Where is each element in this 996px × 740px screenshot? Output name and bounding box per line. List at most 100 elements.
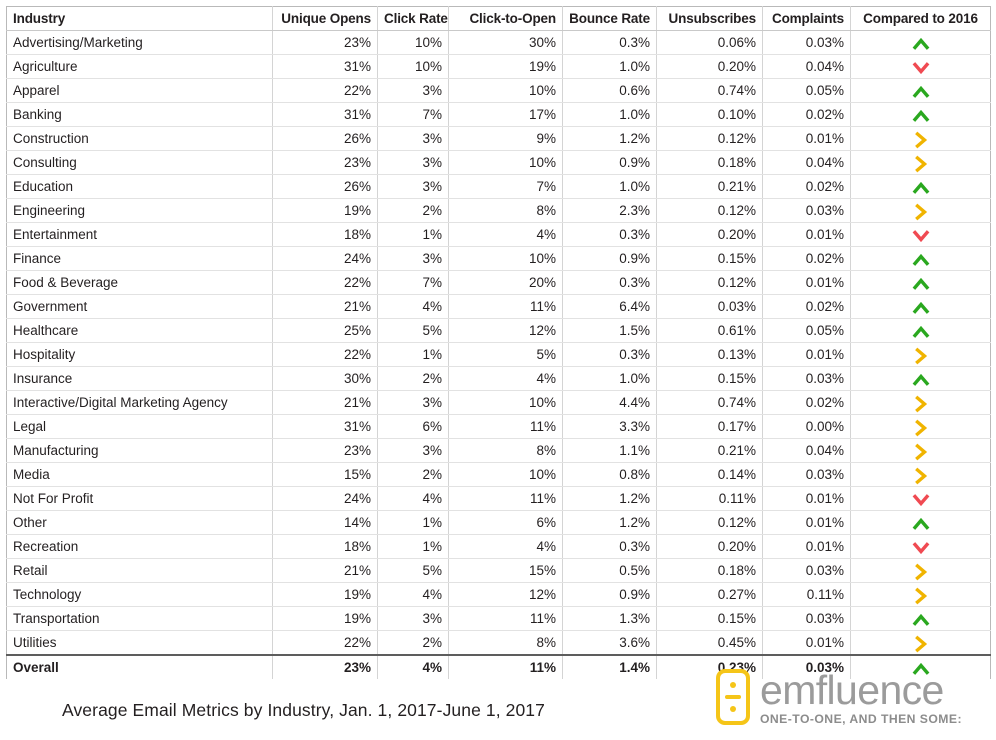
table-row[interactable]: Interactive/Digital Marketing Agency 21% 3…: [6, 390, 991, 415]
cell-compared-to-2016: [850, 390, 991, 415]
cell-click-to-open: 4%: [448, 366, 563, 391]
cell-click-to-open: 10%: [448, 390, 563, 415]
cell-bounce-rate: 0.3%: [562, 30, 657, 55]
table-row[interactable]: Consulting 23% 3% 10% 0.9% 0.18% 0.04%: [6, 150, 991, 175]
cell-industry: Recreation: [6, 534, 273, 559]
cell-click-to-open: 10%: [448, 150, 563, 175]
cell-click-rate: 1%: [377, 342, 449, 367]
cell-unique-opens: 31%: [272, 102, 378, 127]
table-row[interactable]: Manufacturing 23% 3% 8% 1.1% 0.21% 0.04%: [6, 438, 991, 463]
chevron-up-icon: [912, 611, 930, 627]
cell-unique-opens: 23%: [272, 654, 378, 679]
column-header-complaints[interactable]: Complaints: [762, 6, 851, 31]
cell-bounce-rate: 1.0%: [562, 366, 657, 391]
emfluence-logo-mark-icon: [716, 669, 750, 725]
cell-industry: Hospitality: [6, 342, 273, 367]
cell-unsubscribes: 0.15%: [656, 606, 763, 631]
cell-compared-to-2016: [850, 126, 991, 151]
cell-complaints: 0.02%: [762, 174, 851, 199]
cell-click-to-open: 5%: [448, 342, 563, 367]
cell-unique-opens: 31%: [272, 54, 378, 79]
table-row[interactable]: Finance 24% 3% 10% 0.9% 0.15% 0.02%: [6, 246, 991, 271]
cell-industry: Agriculture: [6, 54, 273, 79]
cell-click-to-open: 15%: [448, 558, 563, 583]
chevron-down-icon: [912, 539, 930, 555]
cell-unique-opens: 25%: [272, 318, 378, 343]
cell-unsubscribes: 0.14%: [656, 462, 763, 487]
cell-click-rate: 1%: [377, 510, 449, 535]
chevron-up-icon: [912, 251, 930, 267]
table-row[interactable]: Education 26% 3% 7% 1.0% 0.21% 0.02%: [6, 174, 991, 199]
cell-industry: Manufacturing: [6, 438, 273, 463]
cell-unsubscribes: 0.20%: [656, 534, 763, 559]
cell-click-to-open: 9%: [448, 126, 563, 151]
table-row[interactable]: Construction 26% 3% 9% 1.2% 0.12% 0.01%: [6, 126, 991, 151]
table-row[interactable]: Engineering 19% 2% 8% 2.3% 0.12% 0.03%: [6, 198, 991, 223]
table-row[interactable]: Legal 31% 6% 11% 3.3% 0.17% 0.00%: [6, 414, 991, 439]
cell-compared-to-2016: [850, 318, 991, 343]
chevron-right-icon: [912, 203, 930, 221]
cell-compared-to-2016: [850, 294, 991, 319]
table-row[interactable]: Retail 21% 5% 15% 0.5% 0.18% 0.03%: [6, 558, 991, 583]
cell-unsubscribes: 0.74%: [656, 78, 763, 103]
cell-bounce-rate: 0.6%: [562, 78, 657, 103]
cell-unsubscribes: 0.27%: [656, 582, 763, 607]
cell-unsubscribes: 0.12%: [656, 126, 763, 151]
cell-click-to-open: 12%: [448, 318, 563, 343]
cell-unsubscribes: 0.45%: [656, 630, 763, 656]
cell-unsubscribes: 0.12%: [656, 198, 763, 223]
table-row[interactable]: Technology 19% 4% 12% 0.9% 0.27% 0.11%: [6, 582, 991, 607]
column-header-compared-to-2016[interactable]: Compared to 2016: [850, 6, 991, 31]
cell-click-to-open: 8%: [448, 438, 563, 463]
cell-click-to-open: 17%: [448, 102, 563, 127]
cell-bounce-rate: 1.3%: [562, 606, 657, 631]
cell-bounce-rate: 4.4%: [562, 390, 657, 415]
cell-complaints: 0.04%: [762, 54, 851, 79]
cell-industry: Utilities: [6, 630, 273, 656]
cell-click-rate: 4%: [377, 654, 449, 679]
cell-bounce-rate: 1.2%: [562, 486, 657, 511]
table-row[interactable]: Entertainment 18% 1% 4% 0.3% 0.20% 0.01%: [6, 222, 991, 247]
cell-industry: Not For Profit: [6, 486, 273, 511]
cell-click-rate: 3%: [377, 78, 449, 103]
cell-bounce-rate: 0.9%: [562, 582, 657, 607]
table-row[interactable]: Advertising/Marketing 23% 10% 30% 0.3% 0.06% 0…: [6, 30, 991, 55]
column-header-unique-opens[interactable]: Unique Opens: [272, 6, 378, 31]
cell-compared-to-2016: [850, 462, 991, 487]
cell-bounce-rate: 1.1%: [562, 438, 657, 463]
table-row[interactable]: Recreation 18% 1% 4% 0.3% 0.20% 0.01%: [6, 534, 991, 559]
table-row[interactable]: Healthcare 25% 5% 12% 1.5% 0.61% 0.05%: [6, 318, 991, 343]
table-row[interactable]: Not For Profit 24% 4% 11% 1.2% 0.11% 0.01%: [6, 486, 991, 511]
cell-click-rate: 2%: [377, 366, 449, 391]
cell-complaints: 0.03%: [762, 30, 851, 55]
table-row[interactable]: Banking 31% 7% 17% 1.0% 0.10% 0.02%: [6, 102, 991, 127]
column-header-click-to-open[interactable]: Click-to-Open: [448, 6, 563, 31]
table-row[interactable]: Hospitality 22% 1% 5% 0.3% 0.13% 0.01%: [6, 342, 991, 367]
column-header-unsubscribes[interactable]: Unsubscribes: [656, 6, 763, 31]
cell-complaints: 0.02%: [762, 102, 851, 127]
cell-complaints: 0.04%: [762, 150, 851, 175]
column-header-bounce-rate[interactable]: Bounce Rate: [562, 6, 657, 31]
cell-industry: Retail: [6, 558, 273, 583]
table-row[interactable]: Utilities 22% 2% 8% 3.6% 0.45% 0.01%: [6, 630, 991, 656]
table-row[interactable]: Food & Beverage 22% 7% 20% 0.3% 0.12% 0.01%: [6, 270, 991, 295]
chevron-up-icon: [912, 107, 930, 123]
table-row[interactable]: Other 14% 1% 6% 1.2% 0.12% 0.01%: [6, 510, 991, 535]
cell-compared-to-2016: [850, 606, 991, 631]
column-header-industry[interactable]: Industry: [6, 6, 273, 31]
table-row[interactable]: Government 21% 4% 11% 6.4% 0.03% 0.02%: [6, 294, 991, 319]
column-header-click-rate[interactable]: Click Rate: [377, 6, 449, 31]
cell-industry: Government: [6, 294, 273, 319]
table-row[interactable]: Apparel 22% 3% 10% 0.6% 0.74% 0.05%: [6, 78, 991, 103]
table-row[interactable]: Insurance 30% 2% 4% 1.0% 0.15% 0.03%: [6, 366, 991, 391]
cell-complaints: 0.02%: [762, 294, 851, 319]
cell-unsubscribes: 0.21%: [656, 438, 763, 463]
chevron-right-icon: [912, 443, 930, 461]
table-row[interactable]: Transportation 19% 3% 11% 1.3% 0.15% 0.03%: [6, 606, 991, 631]
table-row[interactable]: Agriculture 31% 10% 19% 1.0% 0.20% 0.04%: [6, 54, 991, 79]
cell-unsubscribes: 0.20%: [656, 222, 763, 247]
chart-caption: Average Email Metrics by Industry, Jan. …: [62, 700, 545, 720]
table-header-row: Industry Unique Opens Click Rate Click-t…: [6, 6, 991, 31]
cell-unsubscribes: 0.11%: [656, 486, 763, 511]
table-row[interactable]: Media 15% 2% 10% 0.8% 0.14% 0.03%: [6, 462, 991, 487]
